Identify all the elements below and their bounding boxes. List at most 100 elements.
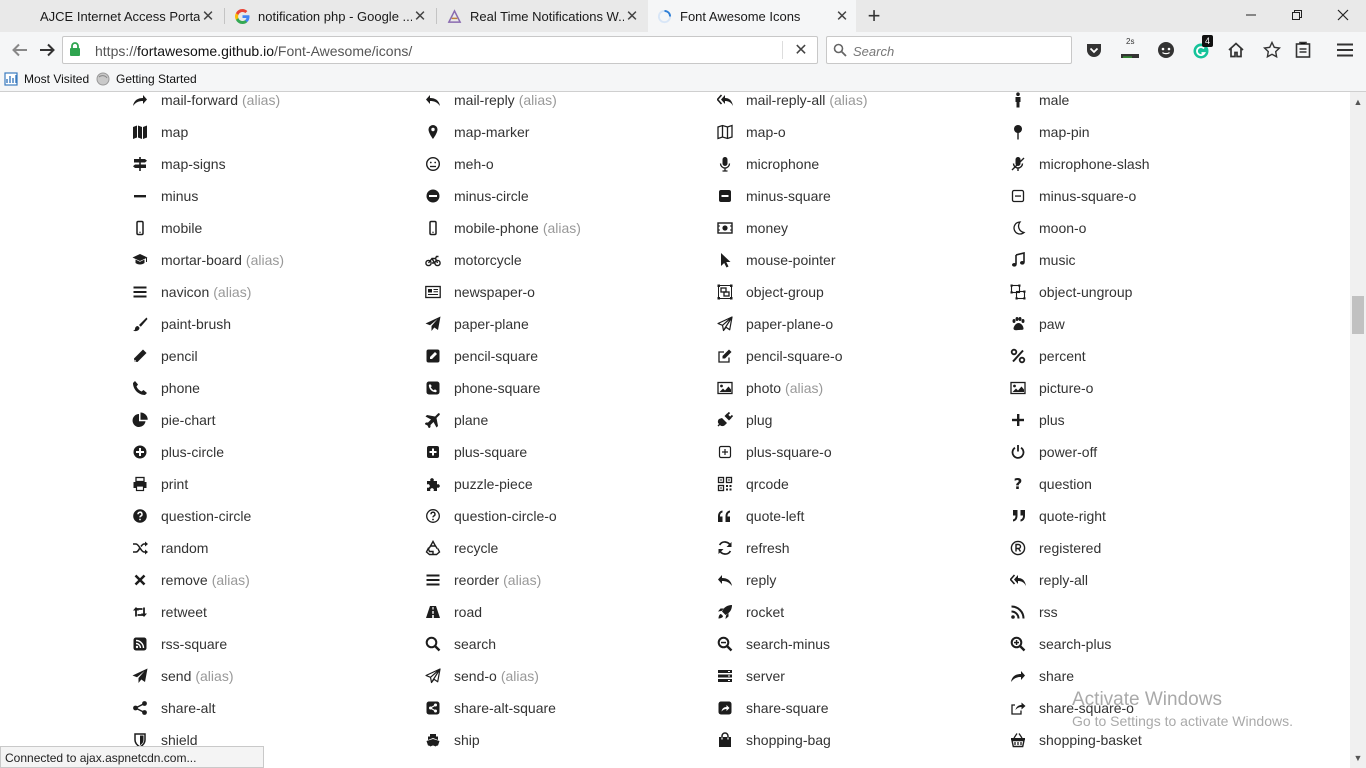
icon-entry-share-alt[interactable]: share-alt <box>130 692 415 724</box>
icon-entry-mail-reply[interactable]: mail-reply (alias) <box>423 92 708 116</box>
new-tab-button[interactable]: + <box>862 3 886 28</box>
icon-entry-plus-circle[interactable]: plus-circle <box>130 436 415 468</box>
icon-entry-puzzle-piece[interactable]: puzzle-piece <box>423 468 708 500</box>
icon-entry-object-group[interactable]: object-group <box>715 276 1000 308</box>
downloads-button[interactable]: 2s <box>1120 37 1140 60</box>
icon-entry-shopping-bag[interactable]: shopping-bag <box>715 724 1000 756</box>
menu-button[interactable] <box>1335 40 1355 60</box>
close-tab-icon[interactable]: ✕ <box>412 8 428 25</box>
icon-entry-minus[interactable]: minus <box>130 180 415 212</box>
window-close-button[interactable] <box>1320 0 1366 30</box>
icon-entry-pencil[interactable]: pencil <box>130 340 415 372</box>
icon-entry-pencil-square[interactable]: pencil-square <box>423 340 708 372</box>
icon-entry-microphone-slash[interactable]: microphone-slash <box>1008 148 1293 180</box>
icon-entry-plus[interactable]: plus <box>1008 404 1293 436</box>
icon-entry-share-square[interactable]: share-square <box>715 692 1000 724</box>
tab-0[interactable]: AJCE Internet Access Portal ✕ <box>8 0 220 32</box>
back-button[interactable] <box>7 37 33 63</box>
address-bar[interactable]: https://fortawesome.github.io/Font-Aweso… <box>62 36 818 64</box>
scroll-down-icon[interactable]: ▼ <box>1350 750 1366 766</box>
icon-entry-map-signs[interactable]: map-signs <box>130 148 415 180</box>
icon-entry-qrcode[interactable]: qrcode <box>715 468 1000 500</box>
icon-entry-question[interactable]: ? question <box>1008 468 1293 500</box>
icon-entry-money[interactable]: money <box>715 212 1000 244</box>
restore-button[interactable] <box>1274 0 1320 30</box>
icon-entry-map-pin[interactable]: map-pin <box>1008 116 1293 148</box>
search-bar[interactable]: Search <box>826 36 1072 64</box>
icon-entry-question-circle-o[interactable]: question-circle-o <box>423 500 708 532</box>
reading-list-button[interactable] <box>1293 40 1313 60</box>
icon-entry-rocket[interactable]: rocket <box>715 596 1000 628</box>
pocket-button[interactable] <box>1084 40 1104 60</box>
icon-entry-ship[interactable]: ship <box>423 724 708 756</box>
icon-entry-male[interactable]: male <box>1008 92 1293 116</box>
icon-entry-reorder[interactable]: reorder (alias) <box>423 564 708 596</box>
close-tab-icon[interactable]: ✕ <box>624 8 640 25</box>
icon-entry-search-plus[interactable]: search-plus <box>1008 628 1293 660</box>
icon-entry-phone-square[interactable]: phone-square <box>423 372 708 404</box>
bookmark-star-button[interactable] <box>1262 40 1282 60</box>
icon-entry-mobile[interactable]: mobile <box>130 212 415 244</box>
icon-entry-paper-plane[interactable]: paper-plane <box>423 308 708 340</box>
home-button[interactable] <box>1226 40 1246 60</box>
icon-entry-share-alt-square[interactable]: share-alt-square <box>423 692 708 724</box>
icon-entry-plus-square[interactable]: plus-square <box>423 436 708 468</box>
icon-entry-road[interactable]: road <box>423 596 708 628</box>
icon-entry-mortar-board[interactable]: mortar-board (alias) <box>130 244 415 276</box>
chat-extension-button[interactable] <box>1156 40 1176 60</box>
icon-entry-map[interactable]: map <box>130 116 415 148</box>
icon-entry-registered[interactable]: registered <box>1008 532 1293 564</box>
icon-entry-search-minus[interactable]: search-minus <box>715 628 1000 660</box>
bookmark-most-visited[interactable]: Most Visited <box>4 72 89 86</box>
icon-entry-pie-chart[interactable]: pie-chart <box>130 404 415 436</box>
icon-entry-picture-o[interactable]: picture-o <box>1008 372 1293 404</box>
icon-entry-microphone[interactable]: microphone <box>715 148 1000 180</box>
icon-entry-map-marker[interactable]: map-marker <box>423 116 708 148</box>
icon-entry-plug[interactable]: plug <box>715 404 1000 436</box>
vertical-scrollbar[interactable]: ▲ ▼ <box>1350 92 1366 768</box>
icon-entry-object-ungroup[interactable]: object-ungroup <box>1008 276 1293 308</box>
icon-entry-rss[interactable]: rss <box>1008 596 1293 628</box>
icon-entry-paper-plane-o[interactable]: paper-plane-o <box>715 308 1000 340</box>
icon-entry-reply[interactable]: reply <box>715 564 1000 596</box>
icon-entry-minus-square[interactable]: minus-square <box>715 180 1000 212</box>
icon-entry-meh-o[interactable]: meh-o <box>423 148 708 180</box>
icon-entry-power-off[interactable]: power-off <box>1008 436 1293 468</box>
scroll-up-icon[interactable]: ▲ <box>1350 94 1366 110</box>
icon-entry-plus-square-o[interactable]: plus-square-o <box>715 436 1000 468</box>
icon-entry-paint-brush[interactable]: paint-brush <box>130 308 415 340</box>
minimize-button[interactable] <box>1228 0 1274 30</box>
icon-entry-mouse-pointer[interactable]: mouse-pointer <box>715 244 1000 276</box>
icon-entry-send-o[interactable]: send-o (alias) <box>423 660 708 692</box>
icon-entry-mobile-phone[interactable]: mobile-phone (alias) <box>423 212 708 244</box>
icon-entry-music[interactable]: music <box>1008 244 1293 276</box>
icon-entry-pencil-square-o[interactable]: pencil-square-o <box>715 340 1000 372</box>
icon-entry-remove[interactable]: remove (alias) <box>130 564 415 596</box>
icon-entry-reply-all[interactable]: reply-all <box>1008 564 1293 596</box>
icon-entry-recycle[interactable]: recycle <box>423 532 708 564</box>
tab-2[interactable]: Real Time Notifications W... ✕ <box>438 0 644 32</box>
icon-entry-mail-forward[interactable]: mail-forward (alias) <box>130 92 415 116</box>
icon-entry-map-o[interactable]: map-o <box>715 116 1000 148</box>
tab-3-active[interactable]: Font Awesome Icons ✕ <box>648 0 856 32</box>
close-tab-icon[interactable]: ✕ <box>200 8 216 25</box>
icon-entry-refresh[interactable]: refresh <box>715 532 1000 564</box>
close-tab-icon[interactable]: ✕ <box>834 8 850 25</box>
icon-entry-paw[interactable]: paw <box>1008 308 1293 340</box>
icon-entry-print[interactable]: print <box>130 468 415 500</box>
icon-entry-send[interactable]: send (alias) <box>130 660 415 692</box>
icon-entry-random[interactable]: random <box>130 532 415 564</box>
icon-entry-quote-left[interactable]: quote-left <box>715 500 1000 532</box>
icon-entry-newspaper-o[interactable]: newspaper-o <box>423 276 708 308</box>
icon-entry-motorcycle[interactable]: motorcycle <box>423 244 708 276</box>
icon-entry-minus-circle[interactable]: minus-circle <box>423 180 708 212</box>
stop-loading-button[interactable]: ✕ <box>793 42 809 59</box>
icon-entry-share[interactable]: share <box>1008 660 1293 692</box>
tab-1[interactable]: notification php - Google ... ✕ <box>226 0 432 32</box>
icon-entry-quote-right[interactable]: quote-right <box>1008 500 1293 532</box>
icon-entry-plane[interactable]: plane <box>423 404 708 436</box>
icon-entry-minus-square-o[interactable]: minus-square-o <box>1008 180 1293 212</box>
icon-entry-search[interactable]: search <box>423 628 708 660</box>
bookmark-getting-started[interactable]: Getting Started <box>96 72 197 86</box>
icon-entry-photo[interactable]: photo (alias) <box>715 372 1000 404</box>
